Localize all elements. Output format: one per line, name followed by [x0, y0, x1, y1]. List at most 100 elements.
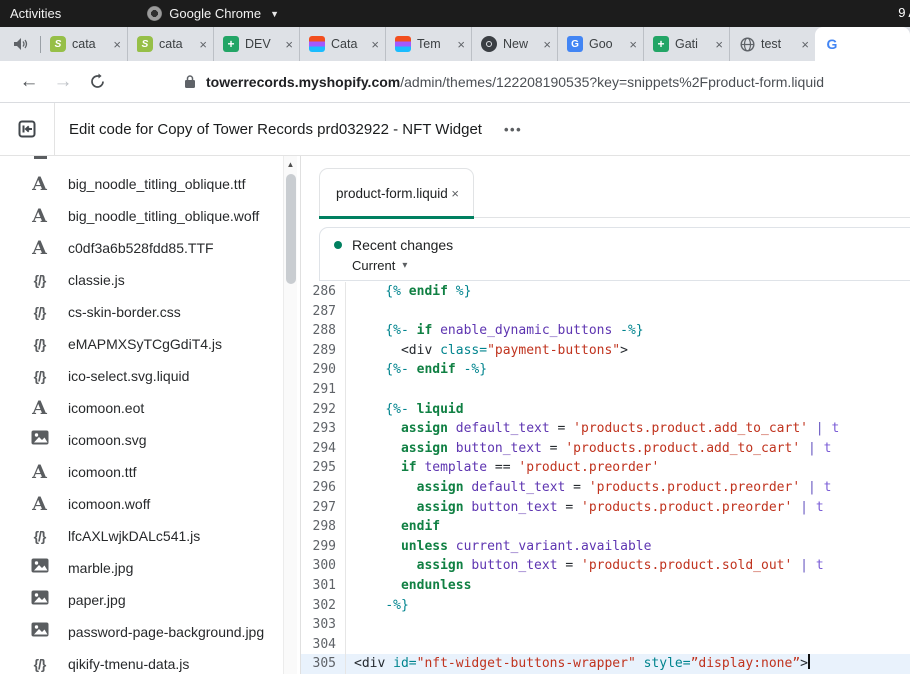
file-item[interactable]: password-page-background.jpg [0, 616, 282, 648]
tab-close-icon[interactable]: × [371, 38, 379, 51]
line-number: 297 [301, 498, 346, 518]
code-line[interactable]: 298 endif [301, 517, 910, 537]
back-button[interactable]: ← [12, 65, 46, 99]
code-line[interactable]: 302 -%} [301, 596, 910, 616]
file-item[interactable]: {/}eMAPMXSyTCgGdiT4.js [0, 328, 282, 360]
tab-close-icon[interactable]: × [113, 38, 121, 51]
file-item[interactable]: marble.jpg [0, 552, 282, 584]
lock-icon [184, 74, 196, 89]
code-line[interactable]: 286 {% endif %} [301, 282, 910, 302]
tab-close-icon[interactable]: × [629, 38, 637, 51]
file-item[interactable]: Aicomoon.eot [0, 392, 282, 424]
file-item[interactable]: Aicomoon.ttf [0, 456, 282, 488]
tab-close-icon[interactable]: × [457, 38, 465, 51]
code-line[interactable]: 293 assign default_text = 'products.prod… [301, 419, 910, 439]
file-list: Abig_noodle_titling_oblique.ttfAbig_nood… [0, 168, 282, 674]
tab-close-icon[interactable]: × [801, 38, 809, 51]
line-content: {%- liquid [346, 400, 910, 420]
browser-tab[interactable]: Tem× [385, 27, 471, 61]
tab-close-icon[interactable]: × [285, 38, 293, 51]
scrollbar-thumb[interactable] [286, 174, 296, 284]
file-name: paper.jpg [68, 592, 126, 608]
line-content: <div class="payment-buttons"> [346, 341, 910, 361]
tab-title: Gati [675, 37, 709, 51]
code-line-active[interactable]: 305<div id="nft-widget-buttons-wrapper" … [301, 654, 910, 674]
file-name: big_noodle_titling_oblique.woff [68, 208, 259, 224]
code-line[interactable]: 292 {%- liquid [301, 400, 910, 420]
line-number: 287 [301, 302, 346, 322]
code-file-icon: {/} [28, 368, 51, 384]
browser-tab[interactable]: New× [471, 27, 557, 61]
editor-tab-close-icon[interactable]: × [451, 186, 459, 201]
code-line[interactable]: 296 assign default_text = 'products.prod… [301, 478, 910, 498]
version-dropdown[interactable]: Current ▾ [352, 258, 910, 273]
file-name: icomoon.svg [68, 432, 147, 448]
file-item[interactable]: {/}classie.js [0, 264, 282, 296]
line-number: 302 [301, 596, 346, 616]
code-line[interactable]: 297 assign button_text = 'products.produ… [301, 498, 910, 518]
code-line[interactable]: 291 [301, 380, 910, 400]
file-item[interactable]: paper.jpg [0, 584, 282, 616]
more-actions-button[interactable]: ••• [504, 122, 522, 137]
editor-file-tab[interactable]: product-form.liquid × [319, 168, 474, 218]
file-item[interactable]: Ac0df3a6b528fdd85.TTF [0, 232, 282, 264]
browser-tab[interactable]: +DEV× [213, 27, 299, 61]
image-file-icon [28, 430, 51, 450]
font-file-icon: A [28, 495, 51, 514]
code-line[interactable]: 303 [301, 615, 910, 635]
chrome-app-menu[interactable]: Google Chrome ▼ [147, 6, 279, 21]
file-item[interactable]: {/}ico-select.svg.liquid [0, 360, 282, 392]
exit-editor-button[interactable] [0, 103, 55, 155]
file-item[interactable]: Aicomoon.woff [0, 488, 282, 520]
code-line[interactable]: 299 unless current_variant.available [301, 537, 910, 557]
version-label: Current [352, 258, 395, 273]
reload-button[interactable] [80, 65, 114, 99]
browser-tab[interactable]: Scata× [127, 27, 213, 61]
code-line[interactable]: 289 <div class="payment-buttons"> [301, 341, 910, 361]
file-name: icomoon.ttf [68, 464, 136, 480]
line-content: {%- if enable_dynamic_buttons -%} [346, 321, 910, 341]
line-number: 291 [301, 380, 346, 400]
code-line[interactable]: 304 [301, 635, 910, 655]
browser-tab[interactable]: G [815, 27, 910, 61]
line-number: 294 [301, 439, 346, 459]
google-favicon: G [824, 36, 840, 52]
tab-close-icon[interactable]: × [199, 38, 207, 51]
code-line[interactable]: 290 {%- endif -%} [301, 360, 910, 380]
line-number: 305 [301, 654, 346, 674]
url-domain: towerrecords.myshopify.com [206, 74, 400, 90]
code-line[interactable]: 300 assign button_text = 'products.produ… [301, 556, 910, 576]
forward-button[interactable]: → [46, 65, 80, 99]
tab-title: Goo [589, 37, 623, 51]
browser-tab[interactable]: +Gati× [643, 27, 729, 61]
code-line[interactable]: 295 if template == 'product.preorder' [301, 458, 910, 478]
sidebar-scrollbar[interactable]: ▲ [283, 156, 297, 674]
file-item[interactable]: Abig_noodle_titling_oblique.ttf [0, 168, 282, 200]
file-item[interactable]: {/}cs-skin-border.css [0, 296, 282, 328]
browser-tab[interactable]: Scata× [41, 27, 127, 61]
code-line[interactable]: 301 endunless [301, 576, 910, 596]
code-line[interactable]: 288 {%- if enable_dynamic_buttons -%} [301, 321, 910, 341]
browser-tab[interactable]: GGoo× [557, 27, 643, 61]
activities-button[interactable]: Activities [0, 6, 75, 21]
browser-tab[interactable]: Cata× [299, 27, 385, 61]
tab-close-icon[interactable]: × [715, 38, 723, 51]
file-item[interactable]: {/}qikify-tmenu-data.js [0, 648, 282, 674]
scroll-up-icon[interactable]: ▲ [284, 156, 297, 169]
font-file-icon: A [28, 239, 51, 258]
line-content: {%- endif -%} [346, 360, 910, 380]
address-bar[interactable]: towerrecords.myshopify.com/admin/themes/… [184, 74, 824, 90]
tab-audio-icon[interactable] [0, 27, 40, 61]
tab-close-icon[interactable]: × [543, 38, 551, 51]
code-line[interactable]: 287 [301, 302, 910, 322]
code-line[interactable]: 294 assign button_text = 'products.produ… [301, 439, 910, 459]
code-editor[interactable]: 286 {% endif %}287288 {%- if enable_dyna… [301, 282, 910, 674]
line-content: unless current_variant.available [346, 537, 910, 557]
browser-tab[interactable]: test× [729, 27, 815, 61]
file-item[interactable]: {/}lfcAXLwjkDALc541.js [0, 520, 282, 552]
file-item[interactable]: icomoon.svg [0, 424, 282, 456]
file-item[interactable]: Abig_noodle_titling_oblique.woff [0, 200, 282, 232]
line-content: assign button_text = 'products.product.a… [346, 439, 910, 459]
line-content: {% endif %} [346, 282, 910, 302]
line-content: assign default_text = 'products.product.… [346, 419, 910, 439]
